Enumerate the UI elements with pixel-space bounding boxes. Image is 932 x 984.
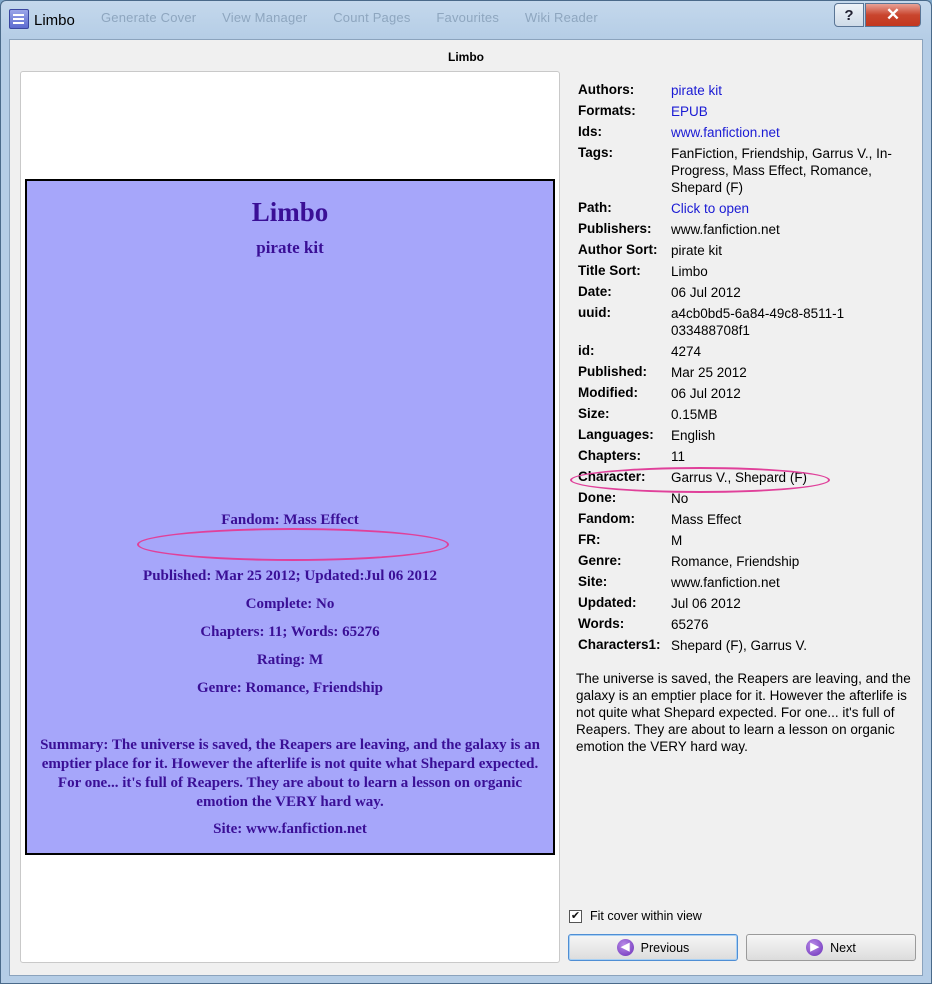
meta-value: FanFiction, Friendship, Garrus V., In-Pr… — [671, 146, 892, 195]
fit-cover-checkbox[interactable]: ✔ — [569, 909, 582, 923]
app-icon — [9, 9, 29, 29]
fit-cover-label: Fit cover within view — [590, 909, 702, 923]
meta-label: Ids: — [578, 124, 603, 139]
meta-value: 06 Jul 2012 — [671, 386, 741, 401]
meta-value: 4274 — [671, 344, 702, 359]
arrow-left-icon: ◀ — [616, 939, 634, 956]
cover-rating: Rating: M — [256, 652, 324, 668]
meta-label: uuid: — [578, 305, 611, 320]
cover-published: Published: Mar 25 2012; Updated:Jul 06 2… — [143, 568, 437, 584]
meta-value: 65276 — [671, 617, 709, 632]
background-menu-item: Generate Cover — [101, 10, 197, 25]
previous-button[interactable]: ◀ Previous — [568, 934, 738, 961]
cover-fandom: Fandom: Mass Effect — [221, 512, 359, 528]
meta-label: Updated: — [578, 595, 637, 610]
meta-label: Date: — [578, 284, 612, 299]
cover-chapters: Chapters: 11; Words: 65276 — [200, 624, 380, 640]
meta-label: Genre: — [578, 553, 622, 568]
meta-value: www.fanfiction.net — [671, 575, 780, 590]
meta-label: Author Sort: — [578, 242, 658, 257]
ids-link[interactable]: www.fanfiction.net — [671, 124, 916, 141]
background-menu-item: Count Pages — [333, 10, 411, 25]
cover-author: pirate kit — [256, 238, 324, 257]
meta-value: 11 — [671, 449, 686, 464]
meta-label: id: — [578, 343, 595, 358]
meta-value: a4cb0bd5-6a84-49c8-8511-1033488708f1 — [671, 306, 845, 338]
meta-label: Site: — [578, 574, 608, 589]
cover-complete: Complete: No — [245, 596, 335, 612]
meta-label: Words: — [578, 616, 625, 631]
cover-image: Limbo pirate kit Fandom: Mass Effect Pub… — [25, 179, 555, 855]
meta-label: Formats: — [578, 103, 636, 118]
meta-value: Shepard (F), Garrus V. — [671, 638, 808, 653]
meta-label: Title Sort: — [578, 263, 641, 278]
meta-value: pirate kit — [671, 243, 723, 258]
annotation-ellipse — [570, 467, 830, 493]
meta-value: Mar 25 2012 — [671, 365, 747, 380]
meta-label: Languages: — [578, 427, 654, 442]
cover-view[interactable]: Limbo pirate kit Fandom: Mass Effect Pub… — [20, 71, 560, 963]
meta-label: Characters1: — [578, 637, 661, 652]
meta-label: Chapters: — [578, 448, 642, 463]
meta-value: www.fanfiction.net — [671, 222, 780, 237]
meta-value: Jul 06 2012 — [671, 596, 741, 611]
meta-value: Mass Effect — [671, 512, 742, 527]
meta-value: M — [671, 533, 683, 548]
dialog-title: Limbo — [448, 50, 484, 64]
authors-link[interactable]: pirate kit — [671, 82, 916, 99]
background-menu: Generate Cover View Manager Count Pages … — [101, 10, 620, 25]
next-label: Next — [830, 940, 856, 955]
meta-value: 0.15MB — [671, 407, 718, 422]
annotation-ellipse — [137, 528, 449, 561]
arrow-right-icon: ▶ — [806, 939, 824, 956]
meta-label: Publishers: — [578, 221, 652, 236]
title-bar[interactable]: Limbo Generate Cover View Manager Count … — [1, 1, 931, 39]
meta-value: Limbo — [671, 264, 708, 279]
background-menu-item: View Manager — [222, 10, 308, 25]
meta-label: Authors: — [578, 82, 635, 97]
path-link[interactable]: Click to open — [671, 200, 916, 217]
next-button[interactable]: ▶ Next — [746, 934, 916, 961]
meta-label: Size: — [578, 406, 610, 421]
cover-genre: Genre: Romance, Friendship — [197, 680, 383, 696]
meta-value: Romance, Friendship — [671, 554, 800, 569]
book-description: The universe is saved, the Reapers are l… — [576, 671, 911, 754]
meta-value: 06 Jul 2012 — [671, 285, 741, 300]
help-button[interactable]: ? — [834, 3, 864, 27]
meta-label: Fandom: — [578, 511, 635, 526]
background-menu-item: Favourites — [436, 10, 500, 25]
background-menu-item: Wiki Reader — [524, 10, 598, 25]
close-button[interactable]: ✕ — [865, 3, 921, 27]
dialog-client-area: Limbo Limbo pirate kit Fandom: Mass Effe… — [9, 39, 923, 976]
cover-site: Site: www.fanfiction.net — [213, 821, 367, 837]
cover-summary: Summary: The universe is saved, the Reap… — [40, 737, 540, 810]
fit-cover-option[interactable]: ✔ Fit cover within view — [569, 909, 702, 923]
meta-label: Done: — [578, 490, 617, 505]
formats-link[interactable]: EPUB — [671, 103, 916, 120]
book-details-window: Limbo Generate Cover View Manager Count … — [0, 0, 932, 984]
meta-label: Published: — [578, 364, 648, 379]
meta-label: FR: — [578, 532, 601, 547]
meta-label: Tags: — [578, 145, 614, 160]
cover-title: Limbo — [251, 197, 329, 227]
meta-label: Path: — [578, 200, 612, 215]
meta-value: English — [671, 428, 716, 443]
meta-label: Modified: — [578, 385, 638, 400]
window-title: Limbo — [34, 12, 75, 29]
previous-label: Previous — [640, 940, 690, 955]
